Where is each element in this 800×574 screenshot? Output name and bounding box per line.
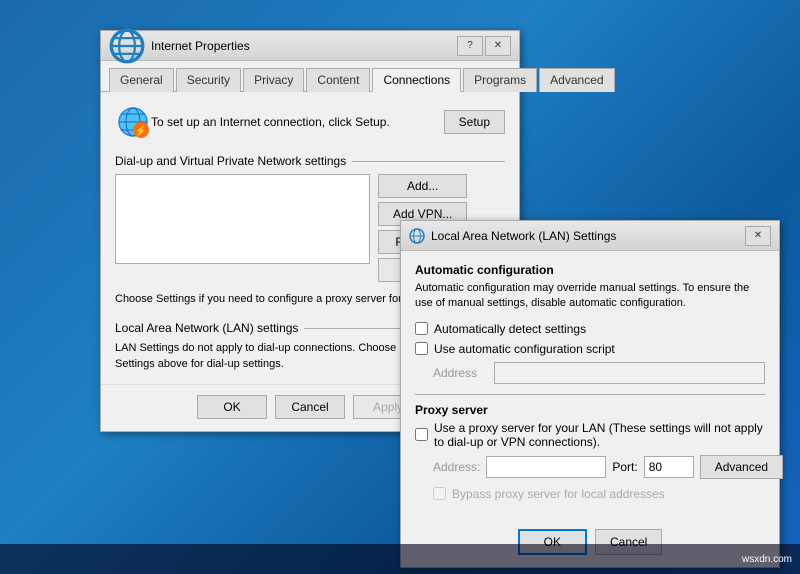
proxy-enable-checkbox[interactable]: [415, 428, 428, 441]
lan-note: LAN Settings do not apply to dial-up con…: [115, 341, 407, 372]
setup-button[interactable]: Setup: [444, 110, 505, 134]
tab-content[interactable]: Content: [306, 68, 370, 92]
inet-window-controls: ? ✕: [457, 36, 511, 56]
proxy-address-label: Address:: [433, 460, 480, 474]
cancel-button[interactable]: Cancel: [275, 395, 345, 419]
close-button[interactable]: ✕: [485, 36, 511, 56]
lan-close-button[interactable]: ✕: [745, 226, 771, 246]
tab-security[interactable]: Security: [176, 68, 241, 92]
tab-general[interactable]: General: [109, 68, 174, 92]
internet-properties-icon: [109, 28, 145, 64]
proxy-address-input[interactable]: [486, 456, 606, 478]
lan-dialog-icon: [409, 228, 425, 244]
lan-dialog-controls: ✕: [745, 226, 771, 246]
help-button[interactable]: ?: [457, 36, 483, 56]
setup-text: To set up an Internet connection, click …: [151, 114, 444, 131]
tab-bar: General Security Privacy Content Connect…: [101, 61, 519, 92]
bypass-proxy-row: Bypass proxy server for local addresses: [433, 487, 765, 501]
proxy-enable-row: Use a proxy server for your LAN (These s…: [415, 421, 765, 449]
bypass-proxy-checkbox[interactable]: [433, 487, 446, 500]
tab-connections[interactable]: Connections: [372, 68, 461, 92]
auto-address-input[interactable]: [494, 362, 765, 384]
dialup-section-header: Dial-up and Virtual Private Network sett…: [115, 154, 505, 168]
auto-script-checkbox[interactable]: [415, 342, 428, 355]
tab-advanced[interactable]: Advanced: [539, 68, 614, 92]
lan-title-bar: Local Area Network (LAN) Settings ✕: [401, 221, 779, 251]
dialup-listbox[interactable]: [115, 174, 370, 264]
bypass-proxy-label: Bypass proxy server for local addresses: [452, 487, 665, 501]
auto-address-row: Address: [433, 362, 765, 384]
divider: [415, 394, 765, 395]
globe-icon: ⚡: [115, 104, 151, 140]
auto-script-label: Use automatic configuration script: [434, 342, 615, 356]
tab-privacy[interactable]: Privacy: [243, 68, 304, 92]
port-label: Port:: [612, 460, 637, 474]
add-button[interactable]: Add...: [378, 174, 467, 198]
taskbar-branding: wsxdn.com: [742, 554, 792, 565]
lan-settings-dialog: Local Area Network (LAN) Settings ✕ Auto…: [400, 220, 780, 568]
proxy-enable-label: Use a proxy server for your LAN (These s…: [434, 421, 765, 449]
setup-row: ⚡ To set up an Internet connection, clic…: [115, 104, 505, 140]
auto-address-label: Address: [433, 366, 488, 380]
inet-window-title: Internet Properties: [151, 39, 457, 53]
lan-dialog-content: Automatic configuration Automatic config…: [401, 251, 779, 519]
taskbar: wsxdn.com: [0, 544, 800, 574]
advanced-button[interactable]: Advanced: [700, 455, 783, 479]
proxy-address-row: Address: Port: Advanced: [433, 455, 765, 479]
lan-dialog-title: Local Area Network (LAN) Settings: [431, 229, 745, 243]
port-input[interactable]: [644, 456, 694, 478]
tab-programs[interactable]: Programs: [463, 68, 537, 92]
inet-title-bar: Internet Properties ? ✕: [101, 31, 519, 61]
ok-button[interactable]: OK: [197, 395, 267, 419]
auto-detect-checkbox[interactable]: [415, 322, 428, 335]
auto-script-row: Use automatic configuration script: [415, 342, 765, 356]
auto-detect-label: Automatically detect settings: [434, 322, 586, 336]
svg-text:⚡: ⚡: [135, 124, 147, 137]
proxy-section-title: Proxy server: [415, 403, 765, 417]
auto-detect-row: Automatically detect settings: [415, 322, 765, 336]
auto-config-title: Automatic configuration: [415, 263, 765, 277]
auto-config-desc: Automatic configuration may override man…: [415, 281, 765, 312]
